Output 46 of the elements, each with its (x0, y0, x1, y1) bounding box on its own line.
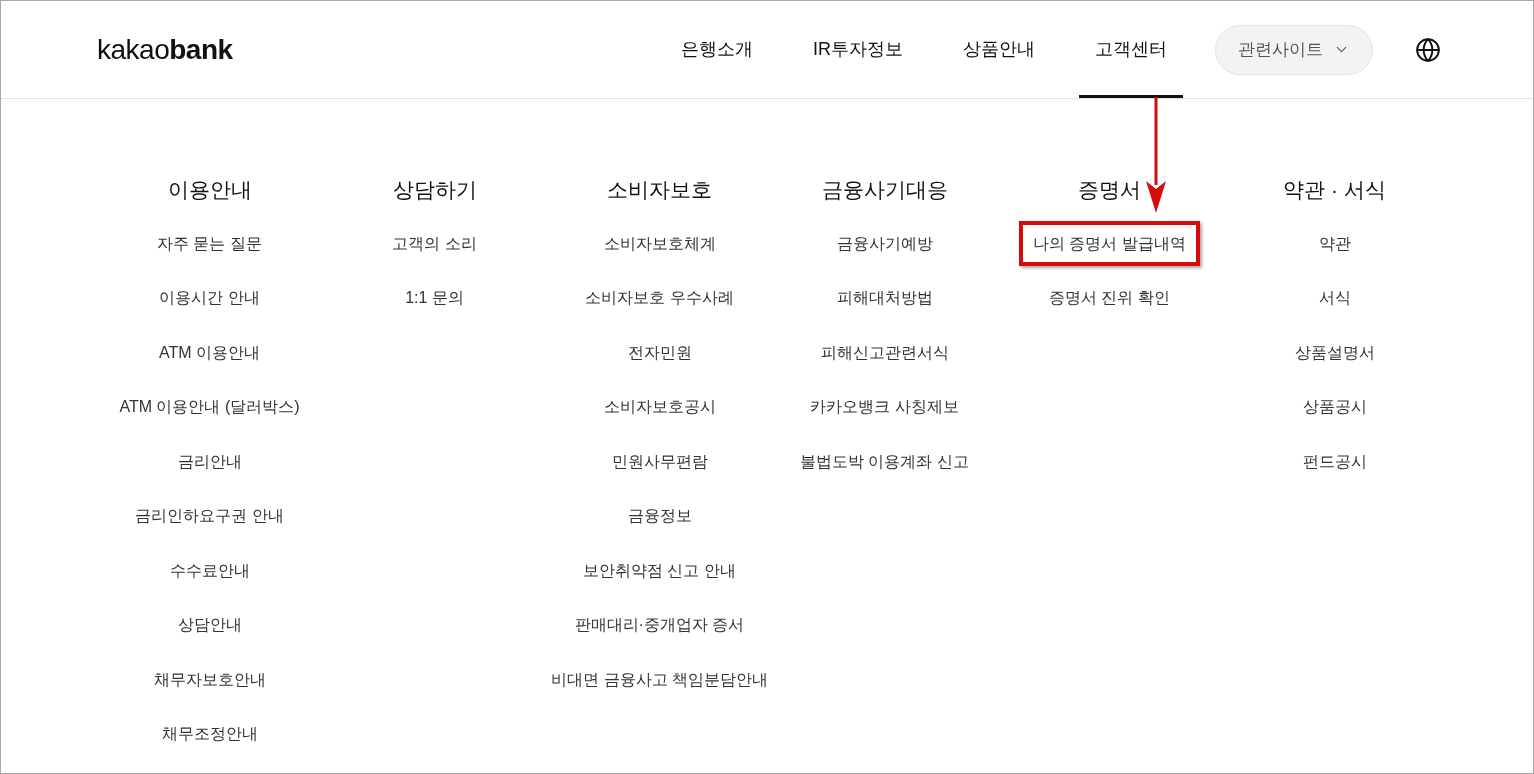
menu-link[interactable]: ATM 이용안내 (달러박스) (105, 384, 314, 430)
menu-link[interactable]: 카카오뱅크 사칭제보 (796, 384, 973, 430)
menu-link[interactable]: 비대면 금융사고 책임분담안내 (537, 656, 782, 702)
menu-link[interactable]: 상품공시 (1288, 384, 1381, 430)
menu-link[interactable]: 펀드공시 (1288, 438, 1381, 484)
menu-link[interactable]: 민원사무편람 (597, 438, 722, 484)
menu-column-title: 금융사기대응 (821, 177, 948, 203)
menu-link[interactable]: 금융사기예방 (822, 220, 947, 266)
menu-link[interactable]: 보안취약점 신고 안내 (569, 547, 750, 593)
menu-link[interactable]: 소비자보호공시 (589, 384, 730, 430)
menu-link[interactable]: 약관 (1304, 220, 1365, 266)
menu-link[interactable]: 판매대리·중개업자 증서 (560, 602, 759, 648)
menu-link[interactable]: 소비자보호체계 (589, 220, 730, 266)
language-globe-icon[interactable] (1415, 36, 1441, 63)
menu-link[interactable]: 금리인하요구권 안내 (121, 493, 298, 539)
menu-link[interactable]: 1:1 문의 (391, 275, 478, 321)
nav-tab[interactable]: IR투자정보 (797, 1, 919, 98)
menu-link[interactable]: 피해신고관련서식 (806, 329, 963, 375)
menu-link[interactable]: 피해대처방법 (822, 275, 947, 321)
menu-link[interactable]: 금융정보 (613, 493, 706, 539)
menu-link[interactable]: 금리안내 (163, 438, 256, 484)
menu-column-title: 상담하기 (392, 177, 477, 203)
menu-link[interactable]: 자주 묻는 질문 (143, 220, 276, 266)
menu-link[interactable]: ATM 이용안내 (145, 329, 274, 375)
menu-link[interactable]: 이용시간 안내 (145, 275, 274, 321)
menu-link[interactable]: 수수료안내 (155, 547, 264, 593)
menu-link[interactable]: 전자민원 (613, 329, 706, 375)
nav-tab[interactable]: 고객센터 (1079, 1, 1183, 98)
menu-link[interactable]: 고객의 소리 (378, 220, 491, 266)
menu-column-title: 약관 · 서식 (1283, 177, 1386, 203)
menu-link[interactable]: 채무자보호안내 (139, 656, 280, 702)
menu-column-title: 증명서 (1078, 177, 1141, 203)
menu-link[interactable]: 증명서 진위 확인 (1035, 275, 1184, 321)
nav-tab[interactable]: 상품안내 (947, 1, 1051, 98)
related-sites-button[interactable]: 관련사이트 (1215, 24, 1373, 75)
menu-link[interactable]: 서식 (1304, 275, 1365, 321)
menu-link[interactable]: 상품설명서 (1280, 329, 1389, 375)
menu-link[interactable]: 채무조정안내 (147, 711, 272, 757)
menu-link[interactable]: 불법도박 이용계좌 신고 (786, 438, 983, 484)
nav-tab[interactable]: 은행소개 (665, 1, 769, 98)
menu-link[interactable]: 상담안내 (163, 602, 256, 648)
menu-link[interactable]: 소비자보호 우수사례 (571, 275, 748, 321)
menu-column-title: 소비자보호 (607, 177, 712, 203)
menu-column-title: 이용안내 (167, 177, 252, 203)
menu-link[interactable]: 나의 증명서 발급내역 (1019, 220, 1200, 266)
kakaobank-logo[interactable]: kakaobank (97, 35, 233, 64)
